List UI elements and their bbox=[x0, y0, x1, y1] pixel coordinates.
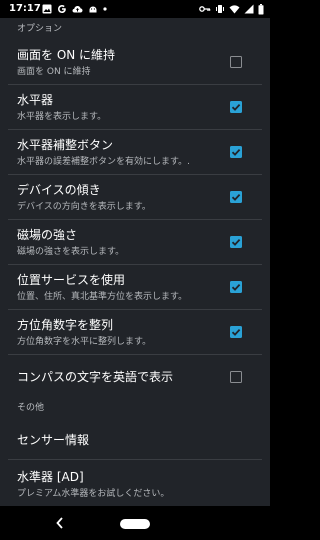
status-bar: 17:17 bbox=[0, 0, 270, 18]
pref-summary: 磁場の強さを表示します。 bbox=[17, 247, 125, 257]
pref-title: デバイスの傾き bbox=[17, 183, 101, 197]
pref-row-align-azimuth-numbers[interactable]: 方位角数字を整列 方位角数字を水平に整列します。 bbox=[0, 310, 270, 354]
device-tilt-checkbox[interactable] bbox=[230, 191, 242, 203]
wifi-icon bbox=[229, 5, 240, 14]
pref-row-compass-english-letters[interactable]: コンパスの文字を英語で表示 bbox=[0, 355, 270, 399]
back-chevron-icon[interactable] bbox=[53, 515, 67, 531]
cloud-upload-icon bbox=[72, 6, 83, 13]
pref-summary: 方位角数字を水平に整列します。 bbox=[17, 337, 152, 347]
pref-summary: 画面を ON に維持 bbox=[17, 67, 91, 77]
pref-title: 位置サービスを使用 bbox=[17, 273, 126, 287]
status-notification-icons bbox=[42, 3, 107, 15]
section-header-other: その他 bbox=[0, 397, 270, 419]
compass-english-letters-checkbox[interactable] bbox=[230, 371, 242, 383]
align-azimuth-numbers-checkbox[interactable] bbox=[230, 326, 242, 338]
status-system-icons bbox=[199, 3, 264, 15]
pref-row-level-app-ad[interactable]: 水準器 [AD] プレミアム水準器をお試しください。 bbox=[0, 460, 270, 506]
pref-row-sensor-info[interactable]: センサー情報 bbox=[0, 419, 270, 459]
pref-row-device-tilt[interactable]: デバイスの傾き デバイスの方向きを表示します。 bbox=[0, 175, 270, 219]
vibrate-icon bbox=[216, 5, 224, 13]
keep-screen-on-checkbox[interactable] bbox=[230, 56, 242, 68]
pref-row-level[interactable]: 水平器 水平器を表示します。 bbox=[0, 85, 270, 129]
pref-summary: デバイスの方向きを表示します。 bbox=[17, 202, 151, 212]
pref-title: コンパスの文字を英語で表示 bbox=[17, 370, 174, 384]
level-calibration-button-checkbox[interactable] bbox=[230, 146, 242, 158]
settings-screen: オプション 画面を ON に維持 画面を ON に維持 水平器 水平器を表示しま… bbox=[0, 18, 270, 506]
google-icon bbox=[58, 5, 66, 13]
pref-title: 画面を ON に維持 bbox=[17, 48, 116, 62]
pref-title: センサー情報 bbox=[17, 433, 90, 447]
pref-summary: 水平器を表示します。 bbox=[17, 112, 107, 122]
level-checkbox[interactable] bbox=[230, 101, 242, 113]
pref-row-magnetic-field-strength[interactable]: 磁場の強さ 磁場の強さを表示します。 bbox=[0, 220, 270, 264]
section-header-options: オプション bbox=[0, 18, 270, 40]
pref-title: 水平器補整ボタン bbox=[17, 138, 114, 152]
checkmark-icon bbox=[231, 193, 241, 201]
battery-icon bbox=[258, 3, 264, 14]
checkmark-icon bbox=[231, 328, 241, 336]
checkmark-icon bbox=[231, 283, 241, 291]
pref-row-use-location-service[interactable]: 位置サービスを使用 位置、住所、真北基準方位を表示します。 bbox=[0, 265, 270, 309]
home-pill-icon[interactable] bbox=[120, 519, 150, 529]
section-header-options-label: オプション bbox=[17, 24, 63, 34]
pref-summary: 水平器の誤差補整ボタンを有効にします。. bbox=[17, 157, 190, 167]
image-icon bbox=[42, 4, 52, 14]
pref-summary: 位置、住所、真北基準方位を表示します。 bbox=[17, 292, 188, 302]
status-time: 17:17 bbox=[9, 3, 41, 14]
android-icon bbox=[89, 6, 97, 13]
signal-icon bbox=[244, 4, 254, 14]
magnetic-field-strength-checkbox[interactable] bbox=[230, 236, 242, 248]
checkmark-icon bbox=[231, 103, 241, 111]
key-icon bbox=[199, 6, 211, 12]
pref-title: 方位角数字を整列 bbox=[17, 318, 114, 332]
pref-row-keep-screen-on[interactable]: 画面を ON に維持 画面を ON に維持 bbox=[0, 40, 270, 84]
navigation-bar bbox=[0, 506, 270, 540]
checkmark-icon bbox=[231, 148, 241, 156]
pref-title: 水準器 [AD] bbox=[17, 470, 84, 484]
pref-title: 磁場の強さ bbox=[17, 228, 78, 242]
pref-title: 水平器 bbox=[17, 93, 54, 107]
pref-summary: プレミアム水準器をお試しください。 bbox=[17, 489, 170, 499]
dot-icon bbox=[103, 7, 107, 11]
checkmark-icon bbox=[231, 238, 241, 246]
use-location-service-checkbox[interactable] bbox=[230, 281, 242, 293]
pref-row-level-calibration-button[interactable]: 水平器補整ボタン 水平器の誤差補整ボタンを有効にします。. bbox=[0, 130, 270, 174]
section-header-other-label: その他 bbox=[17, 403, 45, 413]
